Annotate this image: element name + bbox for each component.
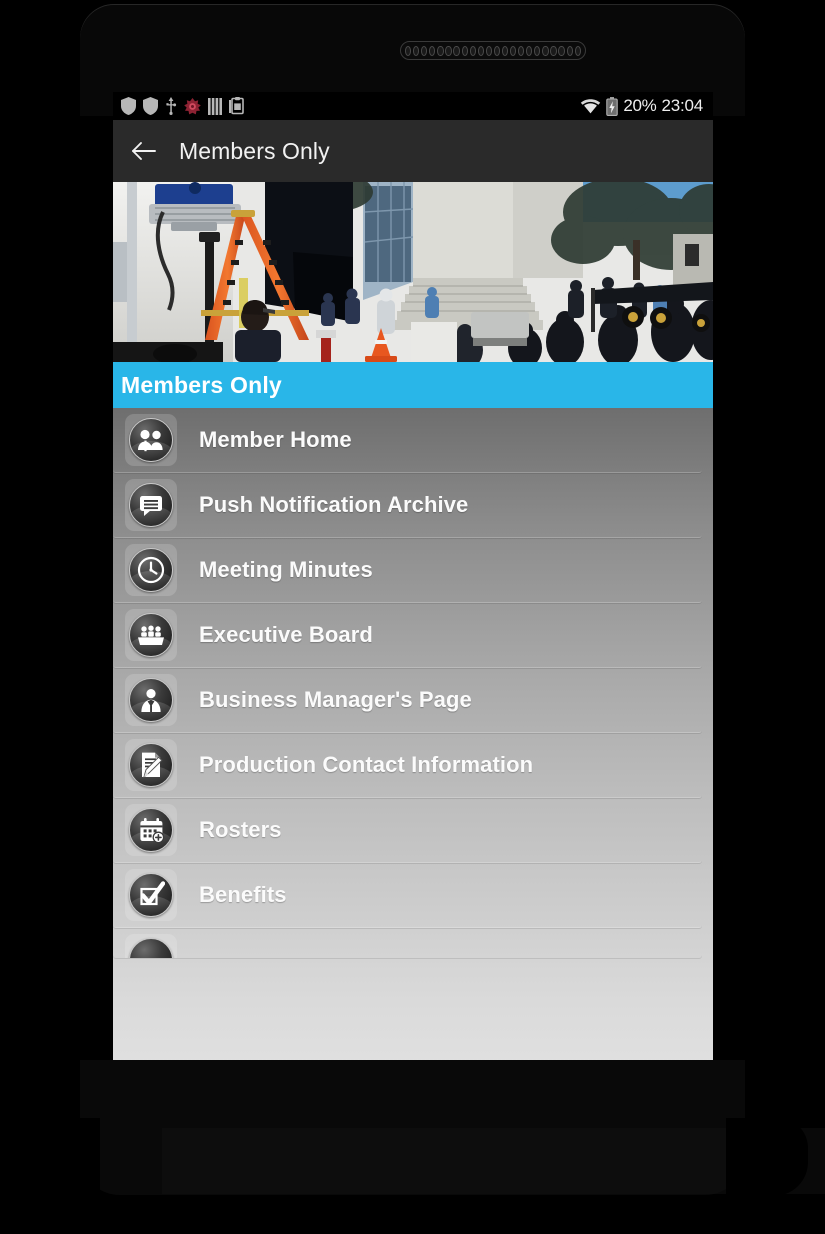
clipboard-icon [229,97,244,115]
list-item-label: Rosters [199,817,282,842]
list-item-benefits[interactable]: Benefits [113,863,702,928]
list-item-partial[interactable] [113,928,702,958]
section-header-label: Members Only [121,371,282,398]
device-frame: 20% 23:04 Members Only Members Only Memb… [0,0,825,1234]
status-bar-left-icons [121,97,580,115]
status-bar-right: 20% 23:04 [580,96,703,116]
checkmark-icon [129,873,173,917]
list-item-label: Meeting Minutes [199,557,373,582]
bezel-bottom-left [20,1118,100,1196]
action-bar: Members Only [113,120,713,182]
list-item-meeting-minutes[interactable]: Meeting Minutes [113,538,702,603]
board-table-icon [129,613,173,657]
device-screen: 20% 23:04 Members Only Members Only Memb… [113,92,713,1067]
document-pen-icon [129,743,173,787]
page-title: Members Only [179,137,330,164]
list-item-label: Business Manager's Page [199,687,472,712]
banner-image [113,182,713,362]
shield-icon [121,97,136,115]
list-item-label: Member Home [199,427,352,452]
list-item-production-contact-information[interactable]: Production Contact Information [113,733,702,798]
list-item-member-home[interactable]: Member Home [113,408,702,473]
list-item-executive-board[interactable]: Executive Board [113,603,702,668]
battery-charging-icon [606,96,619,116]
list-item-label: Executive Board [199,622,373,647]
calendar-icon [129,808,173,852]
status-clock: 23:04 [661,96,703,115]
shield-icon [143,97,158,115]
list-item-push-notification-archive[interactable]: Push Notification Archive [113,473,702,538]
list-item-label: Benefits [199,882,287,907]
status-bar: 20% 23:04 [113,92,713,120]
usb-icon [166,97,177,115]
speech-bubble-icon [129,483,173,527]
list-item-business-managers-page[interactable]: Business Manager's Page [113,668,702,733]
menu-list[interactable]: Member Home Push Notification Archive Me… [113,408,713,1067]
bars-icon [208,97,222,115]
arrow-left-icon[interactable] [131,140,157,162]
people-group-icon [129,418,173,462]
battery-percent: 20% [623,96,657,115]
businessman-icon [129,678,173,722]
list-item-label: Production Contact Information [199,752,534,777]
partial-icon [129,938,173,958]
list-item-rosters[interactable]: Rosters [113,798,702,863]
section-header: Members Only [113,362,713,408]
list-item-label: Push Notification Archive [199,492,469,517]
bezel-bottom-right [726,1118,808,1196]
speaker-grille [400,41,586,60]
flower-badge-icon [184,97,201,114]
wifi-icon [581,99,601,114]
clock-icon [129,548,173,592]
